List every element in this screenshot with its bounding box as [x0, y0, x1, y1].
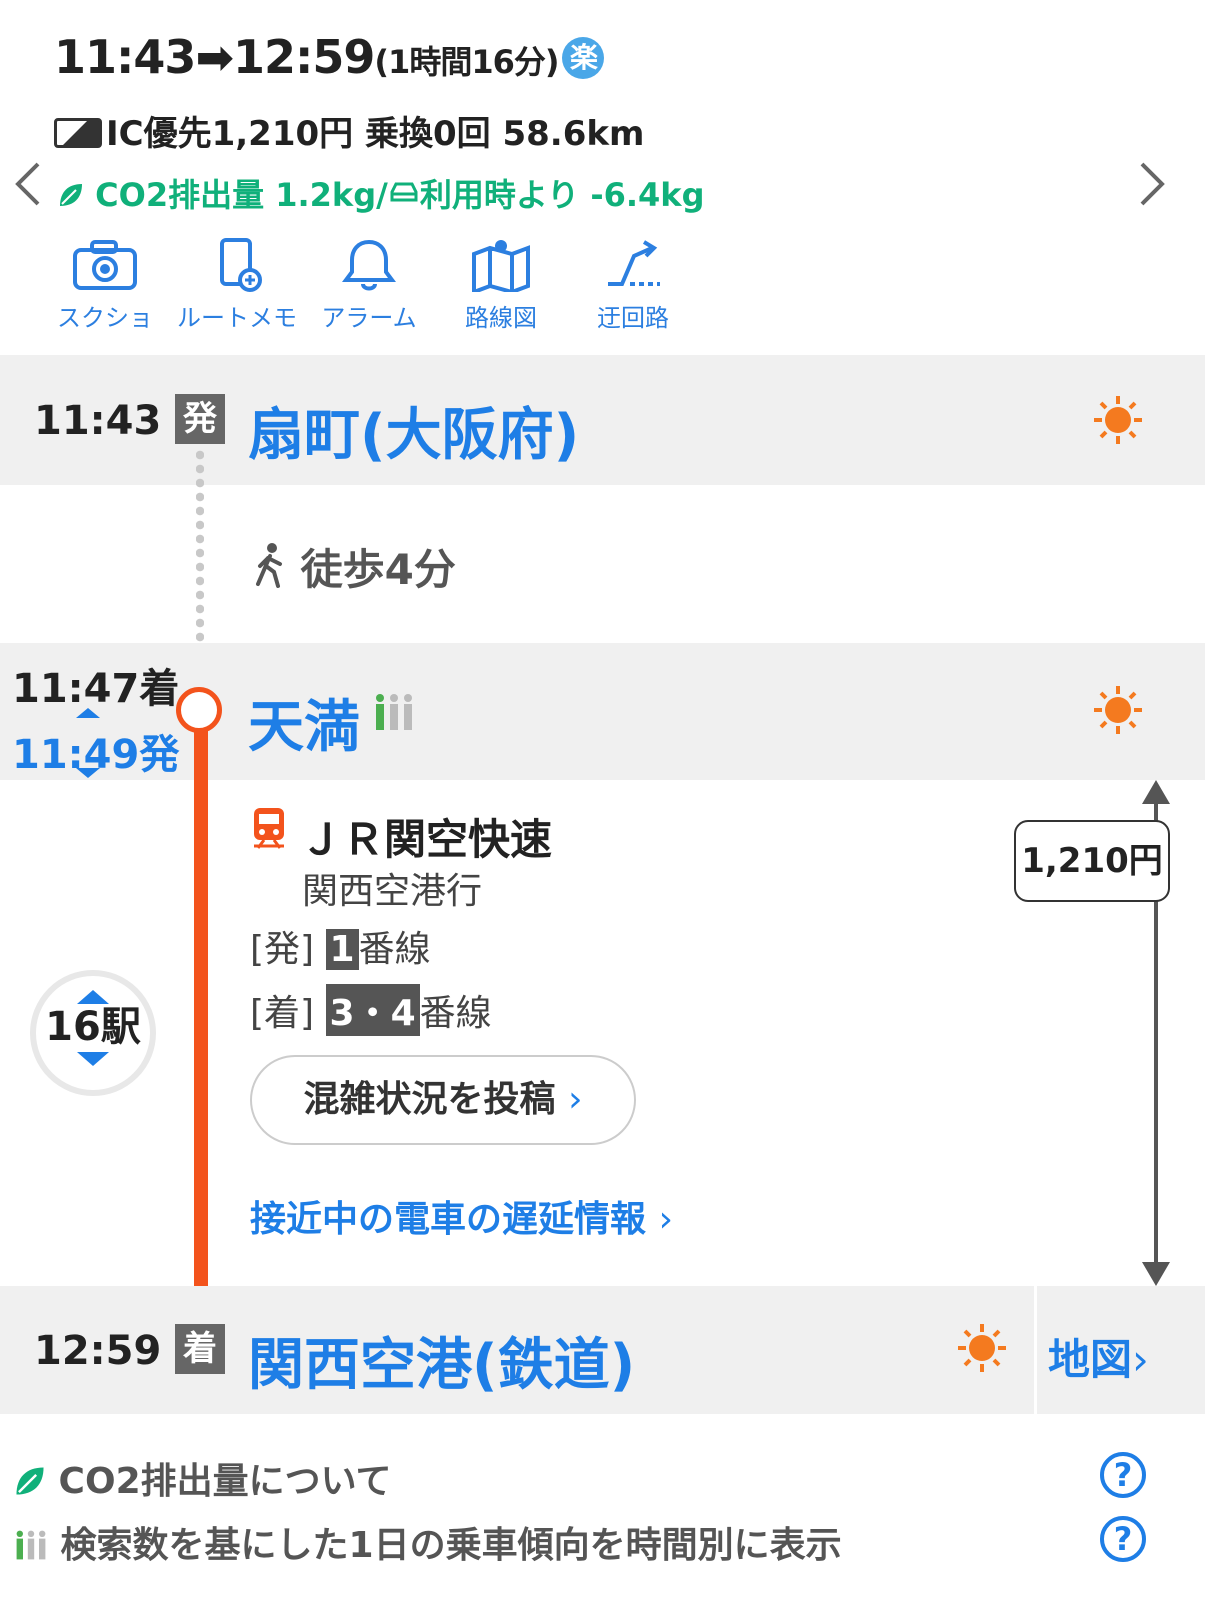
arrival-platform-number: 3・4 — [325, 984, 420, 1036]
detour-icon — [608, 240, 660, 286]
departure-platform-number: 1 — [325, 929, 359, 970]
origin-time: 11:43 — [34, 398, 162, 444]
train-line-name[interactable]: ＪＲ関空快速 — [300, 806, 552, 867]
arrival-platform-label: [着] — [250, 993, 315, 1034]
crowd-trend-icon — [376, 694, 412, 730]
departure-platform: [発] 1 番線 — [250, 920, 431, 972]
destination-map-link[interactable]: 地図› — [1048, 1326, 1149, 1387]
fare-range-top-arrow-icon — [1142, 780, 1170, 804]
crowd-help-icon[interactable]: ? — [1100, 1516, 1146, 1562]
transfer-node — [176, 687, 222, 733]
post-crowd-status-button[interactable]: 混雑状況を投稿 › — [250, 1055, 636, 1145]
route-map-label: 路線図 — [465, 304, 537, 332]
segment-fare: 1,210円 — [1014, 820, 1170, 902]
route-map-button[interactable]: 路線図 — [436, 238, 566, 333]
summary-depart-time: 11:43 — [54, 30, 196, 84]
leaf-icon — [60, 184, 82, 206]
time-down-arrow-icon[interactable] — [76, 768, 100, 778]
ic-card-icon — [54, 118, 102, 148]
sunny-weather-icon — [1094, 686, 1142, 734]
time-up-arrow-icon[interactable] — [76, 708, 100, 718]
co2-compare: 利用時より -6.4kg — [419, 176, 705, 214]
camera-icon — [73, 240, 137, 290]
previous-route-button[interactable] — [12, 160, 42, 218]
departure-badge: 発 — [175, 394, 225, 444]
co2-info: CO2排出量 1.2kg/ 利用時より -6.4kg — [58, 170, 704, 216]
memo-icon — [220, 238, 262, 292]
summary-fare: IC優先1,210円 乗換0回 58.6km — [54, 106, 644, 155]
chevron-left-icon — [15, 162, 40, 206]
walk-segment: 徒歩4分 — [252, 536, 456, 597]
transfer-arrive-time: 11:47着 — [12, 666, 180, 712]
train-destination: 関西空港行 — [302, 871, 483, 912]
co2-about-label: CO2排出量について — [58, 1461, 392, 1502]
screenshot-button[interactable]: スクショ — [40, 238, 170, 333]
car-icon — [390, 182, 418, 202]
co2-about-link[interactable]: CO2排出量について — [14, 1452, 392, 1504]
walk-duration: 徒歩4分 — [300, 545, 456, 594]
route-summary-time: 11:43➡12:59(1時間16分) 楽 — [54, 30, 605, 84]
summary-duration: (1時間16分) — [374, 43, 559, 81]
platform-suffix: 番線 — [358, 929, 431, 970]
summary-fare-text: IC優先1,210円 乗換0回 58.6km — [106, 114, 645, 154]
train-route-line — [194, 720, 208, 1330]
delay-link-label: 接近中の電車の遅延情報 — [250, 1199, 647, 1240]
detour-button[interactable]: 迂回路 — [568, 238, 698, 333]
next-route-button[interactable] — [1138, 160, 1168, 218]
transfer-station[interactable]: 天満 — [248, 682, 360, 763]
chevron-right-icon — [1140, 162, 1165, 206]
walking-person-icon — [256, 543, 282, 588]
station-count-toggle[interactable]: 16駅 — [30, 970, 156, 1096]
station-count: 16駅 — [45, 1004, 141, 1050]
screenshot-label: スクショ — [57, 304, 153, 332]
platform-suffix: 番線 — [419, 993, 492, 1034]
alarm-button[interactable]: アラーム — [304, 238, 434, 333]
leaf-icon — [16, 1467, 44, 1495]
map-link-label: 地図 — [1048, 1335, 1133, 1384]
co2-separator: / — [376, 176, 388, 214]
raku-badge: 楽 — [562, 37, 605, 79]
fare-range-bottom-arrow-icon — [1142, 1262, 1170, 1286]
crowd-button-label: 混雑状況を投稿 — [303, 1079, 556, 1120]
map-divider — [1034, 1286, 1037, 1414]
departure-platform-label: [発] — [250, 929, 315, 970]
co2-help-icon[interactable]: ? — [1100, 1452, 1146, 1498]
route-memo-button[interactable]: ルートメモ — [172, 238, 302, 333]
alarm-label: アラーム — [321, 304, 417, 332]
chevron-right-icon: › — [1132, 1335, 1149, 1384]
bell-icon — [342, 239, 396, 291]
origin-station[interactable]: 扇町(大阪府) — [248, 390, 579, 471]
expand-down-icon — [77, 1052, 109, 1066]
destination-time: 12:59 — [34, 1328, 162, 1374]
sunny-weather-icon — [1094, 396, 1142, 444]
train-icon — [250, 806, 288, 854]
chevron-right-icon: › — [568, 1079, 583, 1120]
route-memo-label: ルートメモ — [177, 304, 297, 332]
map-icon — [472, 240, 530, 292]
destination-station[interactable]: 関西空港(鉄道) — [248, 1320, 635, 1401]
crowd-trend-info[interactable]: 検索数を基にした1日の乗車傾向を時間別に表示 — [14, 1516, 842, 1568]
co2-amount: CO2排出量 1.2kg — [95, 176, 377, 214]
arrow-right-icon: ➡ — [195, 30, 234, 84]
delay-info-link[interactable]: 接近中の電車の遅延情報 › — [250, 1190, 673, 1242]
arrival-platform: [着] 3・4 番線 — [250, 984, 492, 1036]
chevron-right-icon: › — [658, 1199, 673, 1240]
crowd-trend-label: 検索数を基にした1日の乗車傾向を時間別に表示 — [60, 1525, 842, 1566]
crowd-trend-icon — [16, 1530, 46, 1560]
expand-up-icon — [77, 990, 109, 1004]
arrival-badge: 着 — [175, 1324, 225, 1374]
detour-label: 迂回路 — [597, 304, 669, 332]
summary-arrive-time: 12:59 — [232, 30, 375, 84]
sunny-weather-icon — [958, 1324, 1006, 1372]
